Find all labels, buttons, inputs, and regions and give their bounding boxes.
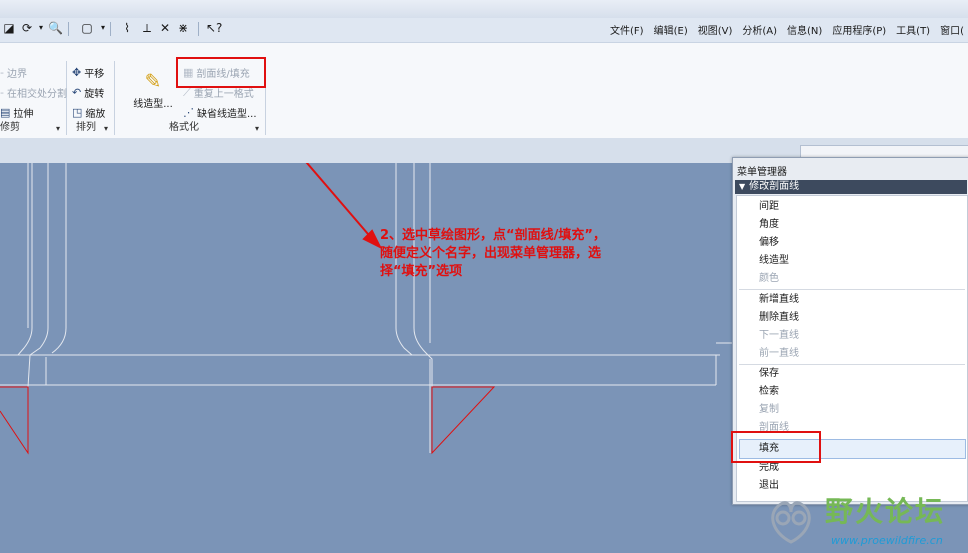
menu-applications[interactable]: 应用程序(P) (832, 22, 886, 37)
menu-item-color: 颜色 (759, 273, 779, 284)
menu-manager-header-label: 修改剖面线 (749, 181, 800, 192)
highlighter-icon: ✎ (144, 69, 162, 93)
menu-separator (739, 289, 965, 290)
csys-icon[interactable]: ⋇ (176, 21, 190, 35)
ribbon-group-arrange: ✥ 平移 ↶ 旋转 ◳ 缩放 排列 ▾ (68, 61, 115, 135)
dropdown-arrow-icon[interactable]: ▾ (96, 21, 110, 35)
highlight-fill-item (731, 431, 821, 463)
dropdown-arrow-icon[interactable]: ▾ (34, 21, 48, 35)
sketch-line (51, 163, 67, 354)
menu-bar: ◪ ⟳ ▾ 🔍 ▢ ▾ ⌇ ⟂ ✕ ⋇ ↖? 文件(F) 编辑(E) 视图(V)… (0, 18, 968, 42)
boundary-button[interactable]: - 边界 (0, 65, 27, 80)
line-style-button[interactable]: ✎ 线造型... (131, 69, 175, 110)
menu-tools[interactable]: 工具(T) (896, 22, 930, 37)
split-label: 在相交处分割 (6, 89, 67, 100)
menu-info[interactable]: 信息(N) (787, 22, 822, 37)
ribbon-group-trim: - 边界 - 在相交处分割 ▤ 拉伸 修剪 ▾ (0, 61, 67, 135)
forum-watermark: 野火论坛 www.proewildfire.cn (755, 488, 968, 553)
refresh-icon[interactable]: ⟳ (20, 21, 34, 35)
group-expand-icon[interactable]: ▾ (56, 124, 60, 133)
display-style-icon[interactable]: ▢ (80, 21, 94, 35)
move-icon: ✥ (72, 66, 82, 79)
menu-item-spacing[interactable]: 间距 (759, 198, 779, 216)
annotation-line: 2、选中草绘图形，点“剖面线/填充”， (380, 228, 606, 243)
toolbar-separator (68, 22, 69, 36)
translate-button[interactable]: ✥ 平移 (72, 65, 104, 80)
toolbar-separator (198, 22, 199, 36)
section-triangle (0, 386, 29, 455)
menu-manager-title: 菜单管理器 (737, 167, 787, 178)
toolbar-separator (110, 22, 111, 36)
watermark-title: 野火论坛 (825, 495, 946, 528)
menu-manager-header[interactable]: ▼ 修改剖面线 (735, 180, 967, 194)
rotate-button[interactable]: ↶ 旋转 (72, 85, 104, 100)
boundary-icon: - (0, 66, 4, 79)
translate-label: 平移 (84, 69, 105, 80)
group-label-trim: 修剪 (0, 122, 20, 133)
highlight-hatch-button (176, 57, 266, 88)
forum-logo-icon (771, 501, 811, 544)
menu-item-next-line: 下一直线 (759, 330, 799, 341)
menu-item-save[interactable]: 保存 (759, 365, 779, 383)
sketch-view-icon[interactable]: ◪ (2, 21, 16, 35)
menu-item-retrieve[interactable]: 检索 (759, 383, 779, 401)
axis-icon[interactable]: ⟂ (140, 21, 154, 35)
help-pointer-icon[interactable]: ↖? (206, 21, 222, 35)
menu-window[interactable]: 窗口( (940, 22, 964, 37)
point-icon[interactable]: ✕ (158, 21, 172, 35)
menu-edit[interactable]: 编辑(E) (654, 22, 688, 37)
dimension-icon[interactable]: ⌇ (120, 21, 134, 35)
main-menu: 文件(F) 编辑(E) 视图(V) 分析(A) 信息(N) 应用程序(P) 工具… (610, 22, 964, 37)
default-line-style-label: 缺省线造型... (197, 109, 257, 120)
rotate-label: 旋转 (84, 89, 105, 100)
boundary-label: 边界 (6, 69, 27, 80)
menu-item-offset[interactable]: 偏移 (759, 234, 779, 252)
collapse-triangle-icon: ▼ (739, 182, 746, 191)
watermark-url: www.proewildfire.cn (831, 534, 943, 547)
line-style-label: 线造型... (133, 99, 173, 110)
menu-file[interactable]: 文件(F) (610, 22, 644, 37)
group-expand-icon[interactable]: ▾ (255, 124, 259, 133)
group-label-format: 格式化 (169, 122, 199, 133)
annotation-line: 随便定义个名字，出现菜单管理器，选 (380, 246, 602, 261)
group-expand-icon[interactable]: ▾ (104, 124, 108, 133)
sketch-line (27, 163, 49, 388)
split-icon: - (0, 86, 4, 99)
annotation-line: 择“填充”选项 (380, 264, 463, 279)
zoom-icon[interactable]: 🔍 (48, 21, 63, 35)
menu-item-prev-line: 前一直线 (759, 348, 799, 359)
split-at-intersection-button[interactable]: - 在相交处分割 (0, 85, 67, 100)
sketch-line (413, 163, 433, 453)
menu-item-copy: 复制 (759, 404, 779, 415)
menu-analysis[interactable]: 分析(A) (742, 22, 777, 37)
instruction-annotation: 2、选中草绘图形，点“剖面线/填充”， 随便定义个名字，出现菜单管理器，选 择“… (380, 227, 680, 281)
menu-view[interactable]: 视图(V) (698, 22, 733, 37)
rotate-icon: ↶ (72, 86, 82, 99)
menu-item-delete-line[interactable]: 删除直线 (759, 309, 799, 327)
section-triangle (431, 386, 496, 455)
menu-item-line-style[interactable]: 线造型 (759, 252, 789, 270)
title-bar (0, 0, 968, 19)
sketch-line (0, 163, 33, 356)
menu-item-angle[interactable]: 角度 (759, 216, 779, 234)
ribbon: - 边界 - 在相交处分割 ▤ 拉伸 修剪 ▾ ✥ 平移 ↶ 旋转 ◳ 缩放 排… (0, 42, 968, 140)
menu-item-add-line[interactable]: 新增直线 (759, 291, 799, 309)
annotation-arrow (305, 163, 375, 242)
group-label-arrange: 排列 (76, 122, 96, 133)
